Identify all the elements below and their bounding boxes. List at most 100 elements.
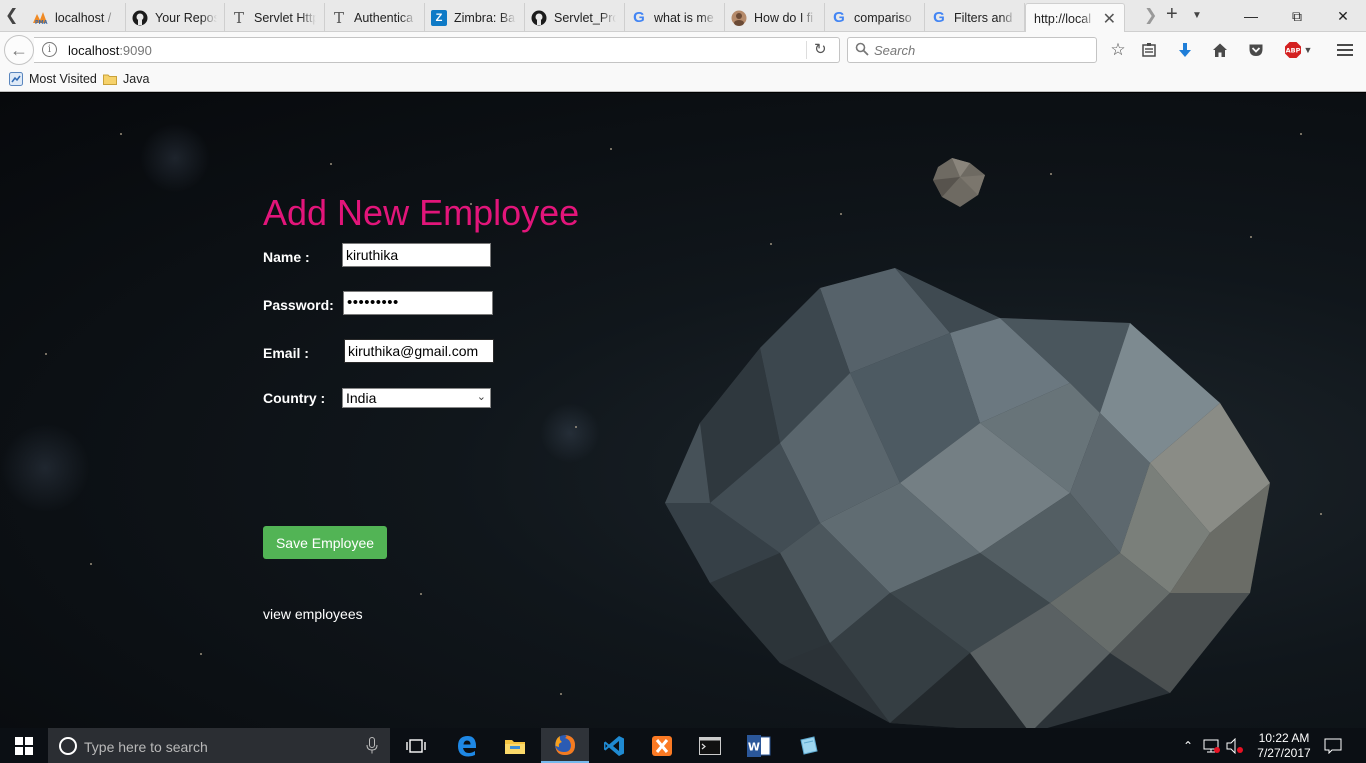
folder-icon (103, 72, 117, 86)
notes-app-icon[interactable] (784, 728, 832, 763)
site-info-icon[interactable]: i (42, 42, 57, 57)
url-bar[interactable]: i localhost:9090 ↻ (34, 37, 840, 63)
bookmark-star-icon[interactable]: ☆ (1106, 38, 1130, 62)
clock-date: 7/27/2017 (1257, 746, 1311, 760)
restore-icon[interactable]: ⧉ (1274, 2, 1320, 30)
menu-icon[interactable] (1333, 38, 1357, 62)
search-bar[interactable] (847, 37, 1097, 63)
close-tab-icon[interactable]: ✕ (1103, 9, 1116, 29)
new-tab-icon[interactable]: + (1166, 3, 1178, 26)
tab-filters-and[interactable]: G Filters and (925, 3, 1025, 32)
visual-studio-code-icon[interactable] (590, 728, 638, 763)
tab-label: localhost / (55, 10, 112, 25)
word-icon[interactable]: W (735, 728, 783, 763)
password-label: Password: (263, 297, 334, 313)
tab-label: Servlet Http (254, 10, 316, 25)
show-hidden-icons-icon[interactable]: ⌃ (1178, 728, 1198, 763)
tab-label: Zimbra: Ba (454, 10, 516, 25)
rock-image (665, 268, 1270, 728)
chevron-down-icon: ▼ (1303, 45, 1313, 55)
clock-time: 10:22 AM (1258, 731, 1310, 745)
tab-label: Your Repos (155, 10, 217, 25)
page-content: Add New Employee Name : Password: ••••••… (0, 93, 1366, 728)
back-button[interactable]: ← (4, 35, 34, 65)
background-star (770, 243, 772, 245)
country-select[interactable]: India ⌄ (342, 388, 491, 408)
bookmark-label: Most Visited (29, 72, 97, 86)
action-center-icon[interactable] (1318, 728, 1348, 763)
start-button[interactable] (0, 728, 48, 763)
taskbar-search-placeholder: Type here to search (84, 739, 208, 755)
save-employee-button[interactable]: Save Employee (263, 526, 387, 559)
bookmark-most-visited[interactable]: Most Visited (9, 72, 97, 86)
search-input[interactable] (874, 41, 1084, 59)
tab-what-is-me[interactable]: G what is me (625, 3, 725, 32)
small-rock-image (933, 158, 985, 207)
task-view-icon[interactable] (392, 728, 440, 763)
url-text[interactable]: localhost:9090 (68, 43, 152, 58)
tab-label: http://local (1034, 11, 1091, 26)
background-glow (140, 123, 210, 193)
svg-text:W: W (748, 740, 760, 753)
tab-localhost[interactable]: PMA localhost / (26, 3, 126, 32)
serif-t-icon: T (333, 8, 344, 27)
tab-comparison[interactable]: G compariso (825, 3, 925, 32)
email-field[interactable] (344, 339, 494, 363)
adblock-plus-icon[interactable]: ABP ▼ (1281, 38, 1315, 62)
tab-list-icon[interactable]: ▼ (1192, 10, 1202, 21)
taskbar-search-box[interactable]: Type here to search (48, 728, 390, 763)
country-label: Country : (263, 390, 326, 406)
tab-label: Servlet_Pro (554, 10, 616, 25)
tab-localhost-active[interactable]: http://local ✕ (1025, 3, 1125, 33)
background-star (45, 353, 47, 355)
tab-how-do-i[interactable]: How do I fi (725, 3, 825, 32)
tab-scroll-left-icon[interactable]: ❮ (5, 5, 18, 25)
chevron-down-icon: ⌄ (476, 391, 486, 403)
firefox-icon[interactable] (541, 728, 589, 763)
most-visited-icon (9, 72, 23, 86)
name-label: Name : (263, 249, 310, 265)
download-icon[interactable] (1173, 38, 1197, 62)
file-explorer-icon[interactable] (491, 728, 539, 763)
background-star (610, 148, 612, 150)
email-label: Email : (263, 345, 309, 361)
background-star (1320, 513, 1322, 515)
tab-label: How do I fi (754, 10, 814, 25)
tab-servlet-pro[interactable]: Servlet_Pro (525, 3, 625, 32)
command-prompt-icon[interactable] (686, 728, 734, 763)
reading-list-icon[interactable] (1137, 38, 1161, 62)
microphone-icon[interactable] (366, 737, 378, 757)
view-employees-link[interactable]: view employees (263, 606, 363, 622)
search-icon (855, 42, 869, 59)
home-icon[interactable] (1208, 38, 1232, 62)
url-host: localhost (68, 43, 120, 58)
password-field[interactable]: ••••••••• (343, 291, 493, 315)
google-icon: G (933, 9, 945, 26)
abp-label: ABP (1285, 47, 1300, 55)
tab-servlet-http[interactable]: T Servlet Http (225, 3, 325, 32)
network-icon[interactable] (1200, 728, 1222, 763)
tab-scroll-right-icon[interactable]: ❯ (1144, 5, 1157, 25)
edge-icon[interactable] (443, 728, 491, 763)
minimize-icon[interactable]: — (1228, 2, 1274, 30)
background-glow (0, 423, 90, 513)
bookmark-java[interactable]: Java (103, 72, 149, 86)
system-clock[interactable]: 10:22 AM 7/27/2017 (1249, 731, 1319, 761)
windows-logo-icon (15, 736, 33, 755)
xampp-icon[interactable] (638, 728, 686, 763)
tab-label: Filters and (954, 10, 1013, 25)
background-star (330, 163, 332, 165)
volume-muted-icon[interactable] (1224, 728, 1246, 763)
url-port: :9090 (119, 43, 152, 58)
reload-icon[interactable]: ↻ (814, 40, 827, 58)
tab-zimbra[interactable]: Z Zimbra: Ba (425, 3, 525, 32)
name-field[interactable] (342, 243, 491, 267)
github-icon (132, 10, 148, 26)
tab-authentication[interactable]: T Authentica (325, 3, 425, 32)
close-window-icon[interactable]: ✕ (1320, 2, 1366, 30)
tab-your-repos[interactable]: Your Repos (126, 3, 225, 32)
windows-taskbar: Type here to search W ⌃ 10:22 AM 7/27/20… (0, 728, 1366, 763)
pocket-icon[interactable] (1244, 38, 1268, 62)
background-star (420, 593, 422, 595)
background-star (1050, 173, 1052, 175)
